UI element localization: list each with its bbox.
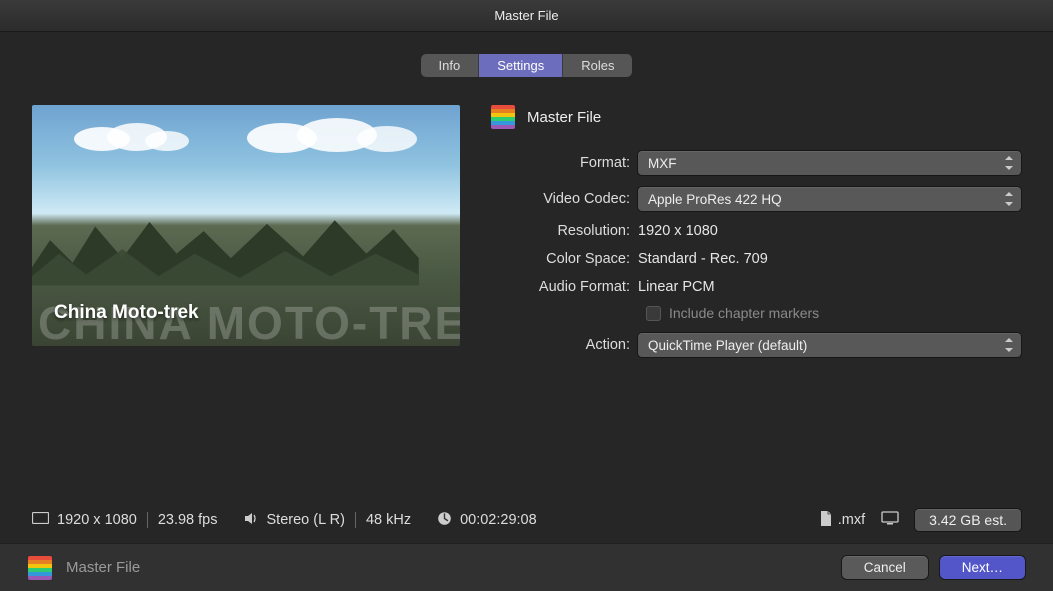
status-resolution: 1920 x 1080 bbox=[57, 512, 137, 528]
audio-value: Linear PCM bbox=[638, 279, 715, 295]
status-size: 3.42 GB est. bbox=[915, 509, 1021, 531]
window-title: Master File bbox=[494, 8, 558, 23]
preview-title: China Moto-trek bbox=[54, 302, 199, 324]
preview-thumbnail: CHINA MOTO-TREK China Moto-trek bbox=[32, 105, 460, 346]
status-fps: 23.98 fps bbox=[158, 512, 218, 528]
status-khz: 48 kHz bbox=[366, 512, 411, 528]
chevron-updown-icon bbox=[1003, 190, 1015, 208]
resolution-icon bbox=[32, 512, 49, 528]
master-file-icon bbox=[28, 556, 52, 580]
codec-label: Video Codec: bbox=[490, 191, 638, 207]
footer: Master File Cancel Next… bbox=[0, 543, 1053, 591]
speaker-icon bbox=[244, 512, 259, 529]
clock-icon bbox=[437, 511, 452, 530]
display-icon bbox=[881, 511, 899, 529]
tab-bar: Info Settings Roles bbox=[0, 54, 1053, 77]
action-dropdown[interactable]: QuickTime Player (default) bbox=[638, 333, 1021, 357]
chevron-updown-icon bbox=[1003, 154, 1015, 172]
format-dropdown[interactable]: MXF bbox=[638, 151, 1021, 175]
footer-title: Master File bbox=[66, 559, 140, 576]
section-title: Master File bbox=[527, 109, 601, 126]
chevron-updown-icon bbox=[1003, 336, 1015, 354]
tab-info[interactable]: Info bbox=[421, 54, 480, 77]
status-audio: Stereo (L R) bbox=[267, 512, 345, 528]
resolution-label: Resolution: bbox=[490, 223, 638, 239]
next-button[interactable]: Next… bbox=[940, 556, 1025, 579]
chapter-markers-label: Include chapter markers bbox=[669, 305, 819, 321]
window-titlebar: Master File bbox=[0, 0, 1053, 32]
audio-label: Audio Format: bbox=[490, 279, 638, 295]
format-label: Format: bbox=[490, 155, 638, 171]
master-file-icon bbox=[491, 105, 515, 129]
colorspace-value: Standard - Rec. 709 bbox=[638, 251, 768, 267]
status-ext: .mxf bbox=[838, 512, 865, 528]
tab-settings[interactable]: Settings bbox=[479, 54, 563, 77]
tab-roles[interactable]: Roles bbox=[563, 54, 632, 77]
file-icon bbox=[820, 511, 832, 530]
colorspace-label: Color Space: bbox=[490, 251, 638, 267]
resolution-value: 1920 x 1080 bbox=[638, 223, 718, 239]
codec-dropdown[interactable]: Apple ProRes 422 HQ bbox=[638, 187, 1021, 211]
status-bar: 1920 x 1080 23.98 fps Stereo (L R) 48 kH… bbox=[0, 509, 1053, 531]
action-label: Action: bbox=[490, 337, 638, 353]
chapter-markers-checkbox[interactable] bbox=[646, 306, 661, 321]
status-duration: 00:02:29:08 bbox=[460, 512, 537, 528]
cancel-button[interactable]: Cancel bbox=[842, 556, 928, 579]
